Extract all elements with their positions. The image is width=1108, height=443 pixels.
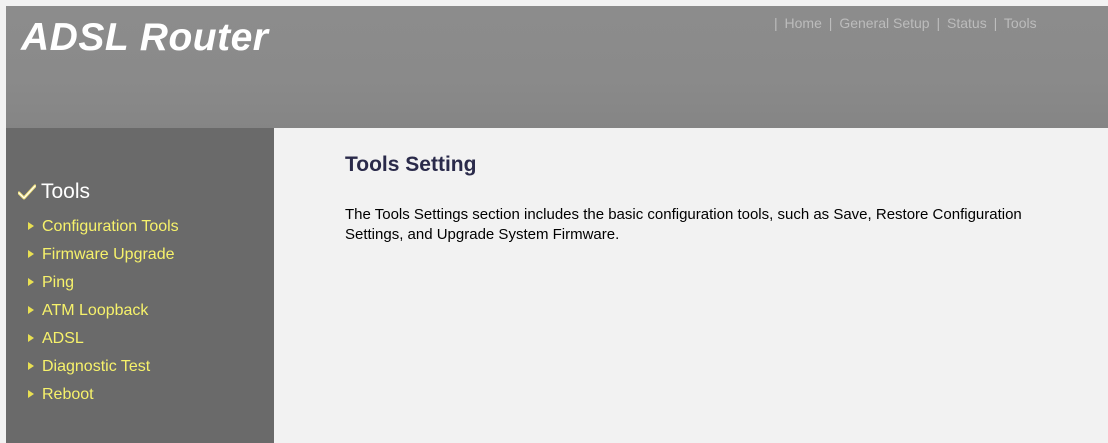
arrow-right-icon	[28, 278, 34, 286]
nav-home[interactable]: Home	[785, 15, 822, 31]
sidebar-item-label: Reboot	[42, 386, 94, 403]
sidebar-item-atm-loopback[interactable]: ATM Loopback	[28, 297, 179, 325]
nav-separator: |	[993, 15, 998, 31]
sidebar-item-configuration-tools[interactable]: Configuration Tools	[28, 213, 179, 241]
arrow-right-icon	[28, 222, 34, 230]
nav-separator: |	[774, 15, 778, 31]
arrow-right-icon	[28, 334, 34, 342]
nav-tools[interactable]: Tools	[1004, 15, 1037, 31]
sidebar-item-label: ADSL	[42, 330, 84, 347]
sidebar-item-label: ATM Loopback	[42, 302, 149, 319]
sidebar-item-ping[interactable]: Ping	[28, 269, 179, 297]
router-page: ADSL Router | Home | General Setup | Sta…	[6, 6, 1108, 443]
nav-general-setup[interactable]: General Setup	[839, 15, 929, 31]
sidebar-item-label: Configuration Tools	[42, 218, 179, 235]
top-nav: | Home | General Setup | Status | Tools	[771, 15, 1037, 31]
arrow-right-icon	[28, 306, 34, 314]
checkmark-icon	[17, 184, 37, 200]
nav-separator: |	[936, 15, 941, 31]
page-description: The Tools Settings section includes the …	[345, 206, 1022, 243]
sidebar-item-label: Diagnostic Test	[42, 358, 151, 375]
brand-title: ADSL Router	[21, 16, 269, 59]
sidebar-title-label: Tools	[41, 180, 91, 203]
nav-separator: |	[828, 15, 833, 31]
sidebar-item-reboot[interactable]: Reboot	[28, 381, 179, 409]
sidebar-title: Tools	[17, 180, 91, 204]
sidebar-item-label: Ping	[42, 274, 75, 291]
sidebar-item-adsl[interactable]: ADSL	[28, 325, 179, 353]
nav-status[interactable]: Status	[947, 15, 987, 31]
page-title: Tools Setting	[345, 153, 477, 176]
arrow-right-icon	[28, 390, 34, 398]
sidebar-item-diagnostic-test[interactable]: Diagnostic Test	[28, 353, 179, 381]
sidebar-menu: Configuration Tools Firmware Upgrade Pin…	[28, 213, 179, 409]
arrow-right-icon	[28, 362, 34, 370]
arrow-right-icon	[28, 250, 34, 258]
sidebar-item-firmware-upgrade[interactable]: Firmware Upgrade	[28, 241, 179, 269]
main-content: Tools Setting The Tools Settings section…	[274, 128, 1108, 443]
sidebar: Tools Configuration Tools Firmware Upgra…	[6, 128, 274, 443]
header: ADSL Router | Home | General Setup | Sta…	[6, 6, 1108, 128]
sidebar-item-label: Firmware Upgrade	[42, 246, 175, 263]
